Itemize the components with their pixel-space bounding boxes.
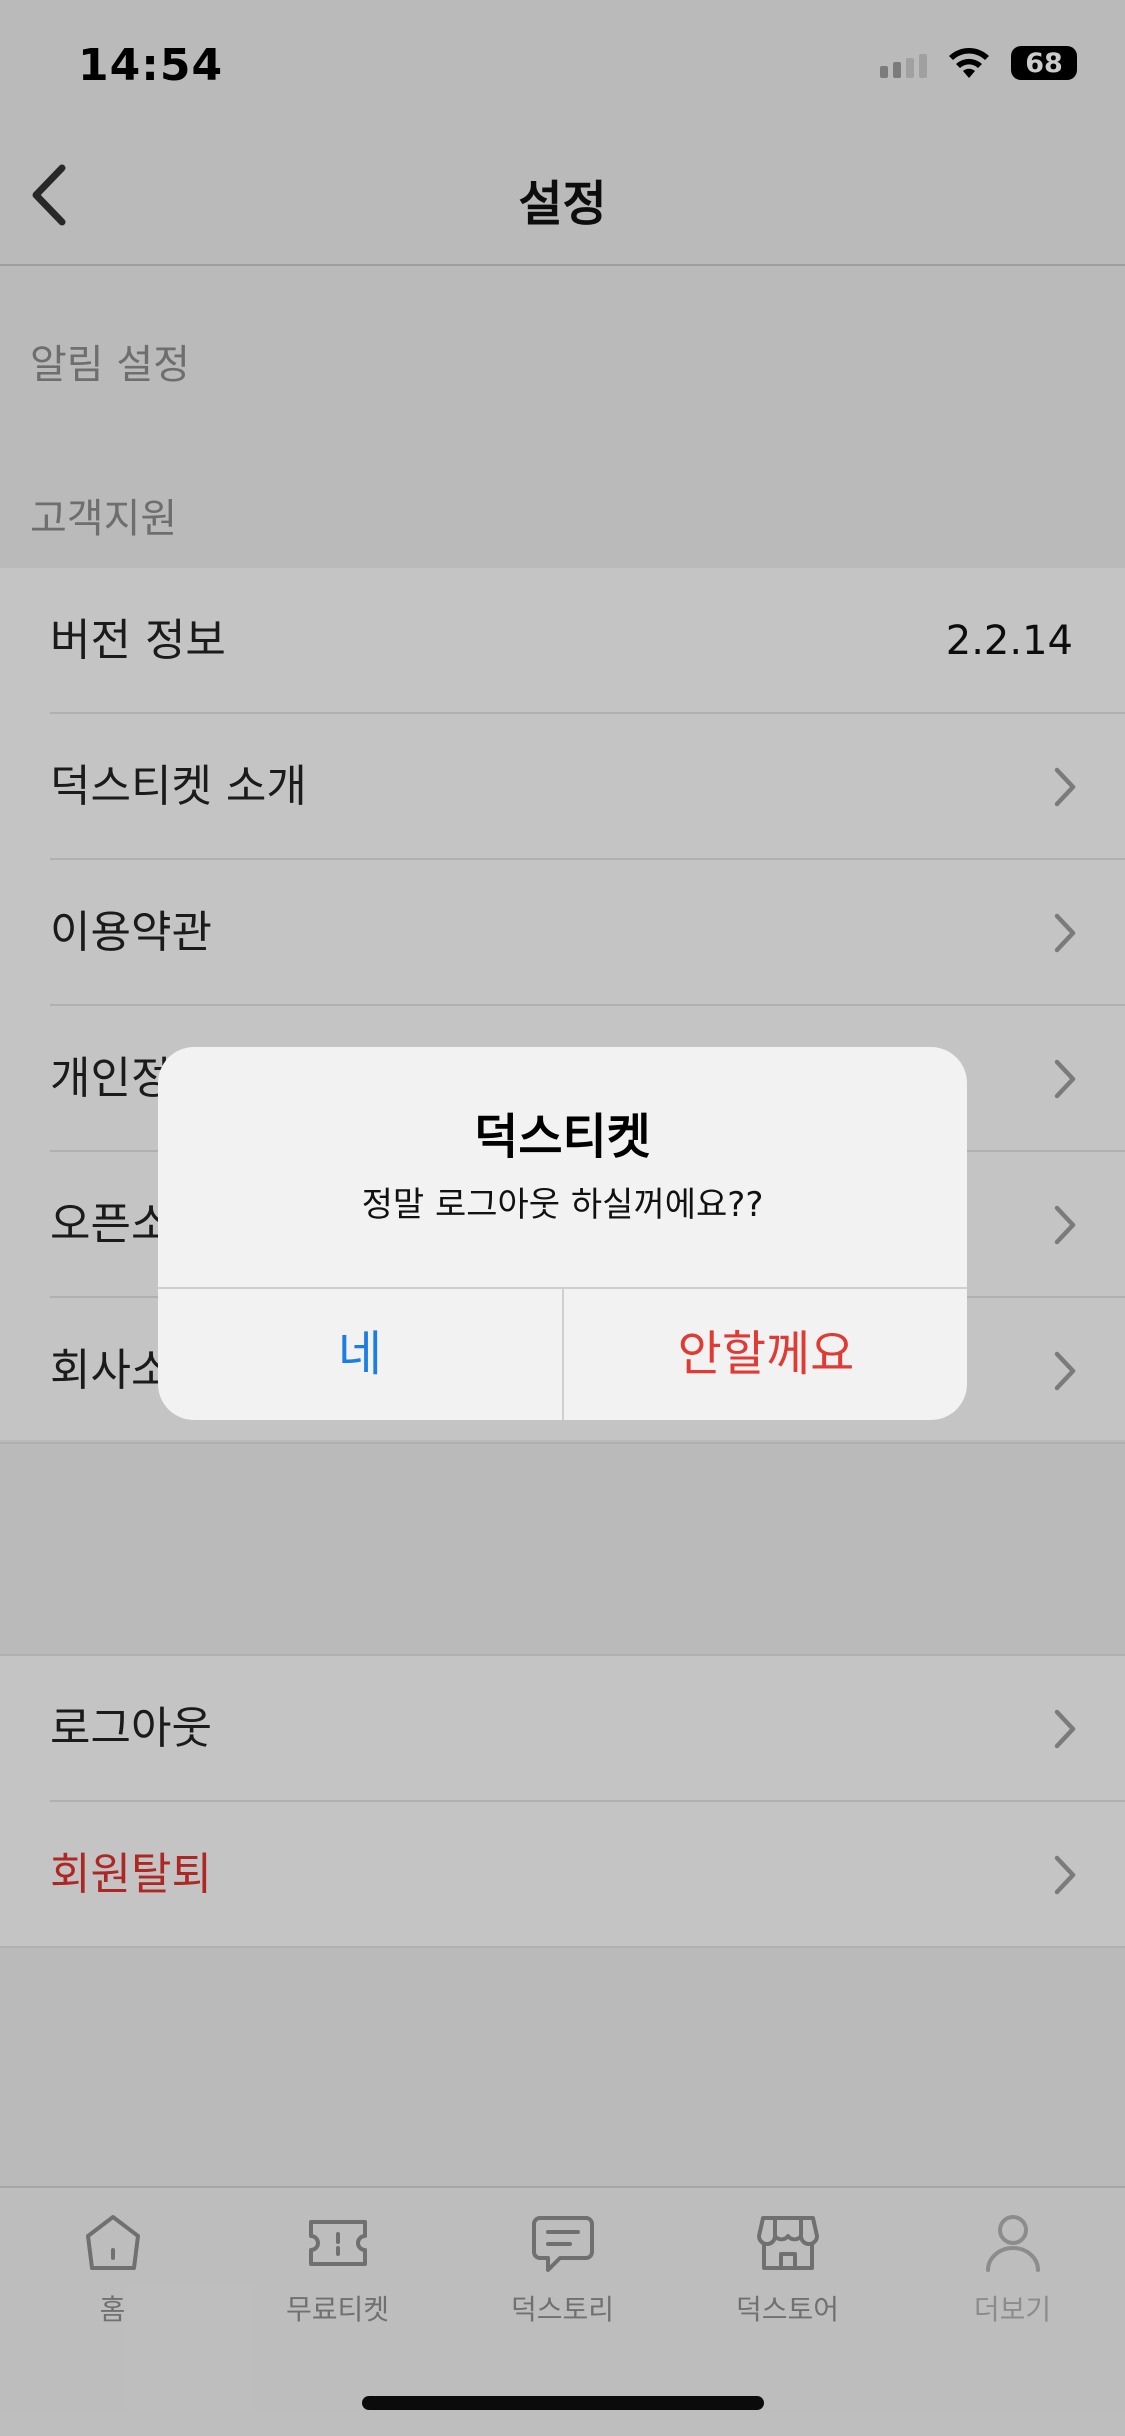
- cancel-button[interactable]: 안할께요: [564, 1289, 967, 1420]
- logout-confirm-dialog: 덕스티켓 정말 로그아웃 하실꺼에요?? 네 안할께요: [158, 1047, 967, 1420]
- dialog-message: 정말 로그아웃 하실꺼에요??: [361, 1185, 764, 1225]
- confirm-button[interactable]: 네: [158, 1289, 562, 1420]
- home-indicator[interactable]: [362, 2396, 764, 2410]
- dialog-title: 덕스티켓: [474, 1109, 651, 1165]
